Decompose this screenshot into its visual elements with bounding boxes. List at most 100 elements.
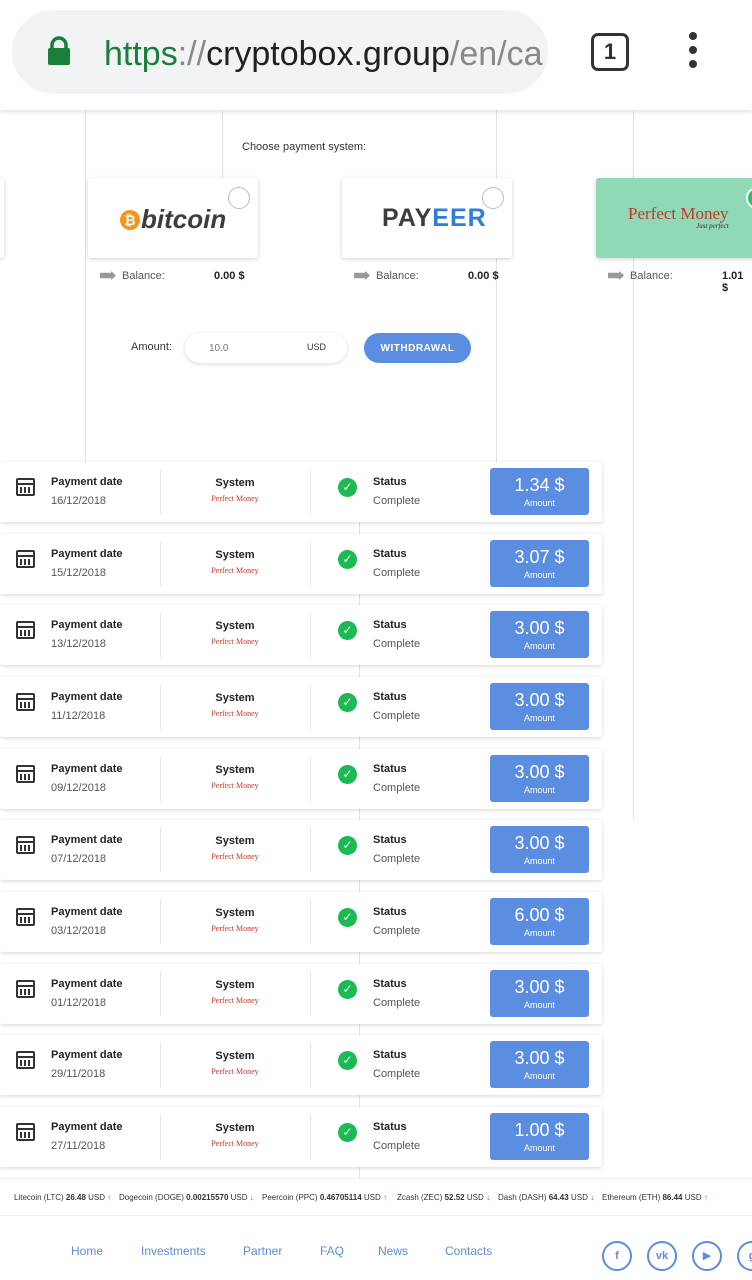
balance-bitcoin-label: Balance: <box>100 270 165 282</box>
payment-card-perfect-money[interactable]: Perfect MoneyJust perfect ✓ <box>596 178 752 258</box>
amount-badge: 3.07 $ Amount <box>490 540 589 587</box>
amount-badge: 1.00 $ Amount <box>490 1113 589 1160</box>
overflow-menu-icon[interactable] <box>686 32 700 72</box>
system-label: System <box>215 477 255 489</box>
payment-date-label: Payment date <box>51 1121 123 1133</box>
payment-row: Payment date 27/11/2018 System Perfect M… <box>0 1107 602 1167</box>
amount-input[interactable] <box>209 339 299 357</box>
amount-field[interactable]: USD <box>185 333 347 363</box>
wallet-icon <box>608 271 624 280</box>
check-circle-icon: ✓ <box>338 478 357 497</box>
perfect-money-logo: Perfect Money <box>211 852 259 861</box>
status-value: Complete <box>373 638 421 650</box>
payment-date-value: 01/12/2018 <box>51 997 107 1009</box>
payeer-radio[interactable] <box>482 187 504 209</box>
youtube-icon[interactable]: ▶ <box>692 1241 722 1271</box>
choose-payment-label: Choose payment system: <box>242 141 367 153</box>
payment-date-value: 03/12/2018 <box>51 925 107 937</box>
payment-row: Payment date 16/12/2018 System Perfect M… <box>0 462 602 522</box>
footer-link-partner[interactable]: Partner <box>243 1244 282 1258</box>
perfect-money-logo: Perfect Money <box>211 996 259 1005</box>
status-value: Complete <box>373 1140 421 1152</box>
amount-label: Amount: <box>131 341 172 353</box>
arrow-down-icon: ↓ <box>590 1193 595 1202</box>
layout-divider <box>222 110 223 178</box>
payment-row: Payment date 13/12/2018 System Perfect M… <box>0 605 602 665</box>
status-label: Status <box>373 906 407 918</box>
status-value: Complete <box>373 1068 421 1080</box>
calendar-icon <box>16 980 35 998</box>
perfect-money-radio-checked[interactable]: ✓ <box>746 187 752 209</box>
perfect-money-logo: Perfect Money <box>211 1067 259 1076</box>
status-label: Status <box>373 548 407 560</box>
payment-date-label: Payment date <box>51 834 123 846</box>
system-label: System <box>215 979 255 991</box>
perfect-money-logo: Perfect Money <box>211 924 259 933</box>
system-label: System <box>215 549 255 561</box>
calendar-icon <box>16 550 35 568</box>
status-label: Status <box>373 834 407 846</box>
perfect-money-logo: Perfect Money <box>211 781 259 790</box>
calendar-icon <box>16 908 35 926</box>
google-plus-icon[interactable]: g <box>737 1241 752 1271</box>
balance-perfect-money-label: Balance: <box>608 270 673 282</box>
payment-date-value: 09/12/2018 <box>51 782 107 794</box>
footer-link-news[interactable]: News <box>378 1244 408 1258</box>
vk-icon[interactable]: vk <box>647 1241 677 1271</box>
ticker-item-dash: Dash (DASH) 64.43 USD ↓ <box>498 1193 595 1202</box>
status-value: Complete <box>373 782 421 794</box>
calendar-icon <box>16 693 35 711</box>
payment-date-label: Payment date <box>51 548 123 560</box>
amount-badge: 6.00 $ Amount <box>490 898 589 945</box>
payment-date-value: 27/11/2018 <box>51 1140 106 1152</box>
check-circle-icon: ✓ <box>338 1123 357 1142</box>
check-circle-icon: ✓ <box>338 836 357 855</box>
bitcoin-coin-icon: ₿ <box>120 210 140 230</box>
check-circle-icon: ✓ <box>338 550 357 569</box>
url-path: /en/ca <box>449 35 543 73</box>
status-label: Status <box>373 1121 407 1133</box>
amount-badge: 3.00 $ Amount <box>490 611 589 658</box>
footer-link-faq[interactable]: FAQ <box>320 1244 344 1258</box>
currency-label: USD <box>307 342 327 352</box>
facebook-icon[interactable]: f <box>602 1241 632 1271</box>
payment-card-payeer[interactable]: PAYEER <box>342 178 512 258</box>
footer-link-contacts[interactable]: Contacts <box>445 1244 492 1258</box>
wallet-icon <box>354 271 370 280</box>
ticker-item-doge: Dogecoin (DOGE) 0.00215570 USD ↓ <box>119 1193 254 1202</box>
address-bar[interactable]: https://cryptobox.group/en/ca <box>12 10 548 94</box>
amount-badge: 3.00 $ Amount <box>490 1041 589 1088</box>
arrow-up-icon: ↑ <box>107 1193 112 1202</box>
status-value: Complete <box>373 710 421 722</box>
perfect-money-logo: Perfect Money <box>211 494 259 503</box>
calendar-icon <box>16 836 35 854</box>
status-value: Complete <box>373 853 421 865</box>
payment-date-value: 07/12/2018 <box>51 853 107 865</box>
perfect-money-logo: Perfect Money Just perfect <box>628 204 729 230</box>
ticker-item-eth: Ethereum (ETH) 86.44 USD ↑ <box>602 1193 708 1202</box>
payment-date-label: Payment date <box>51 691 123 703</box>
system-label: System <box>215 620 255 632</box>
bitcoin-radio[interactable] <box>228 187 250 209</box>
perfect-money-logo: Perfect Money <box>211 566 259 575</box>
payment-date-value: 29/11/2018 <box>51 1068 106 1080</box>
system-label: System <box>215 835 255 847</box>
amount-badge: 3.00 $ Amount <box>490 755 589 802</box>
footer-link-home[interactable]: Home <box>71 1244 103 1258</box>
footer-link-investments[interactable]: Investments <box>141 1244 206 1258</box>
wallet-icon <box>100 271 116 280</box>
perfect-money-logo: Perfect Money <box>211 1139 259 1148</box>
payment-date-value: 16/12/2018 <box>51 495 107 507</box>
payment-row: Payment date 11/12/2018 System Perfect M… <box>0 677 602 737</box>
payment-card-bitcoin[interactable]: ₿ bitcoin <box>88 178 258 258</box>
perfect-money-logo: Perfect Money <box>211 637 259 646</box>
payment-row: Payment date 15/12/2018 System Perfect M… <box>0 534 602 594</box>
payment-card-partial[interactable] <box>0 178 4 258</box>
status-label: Status <box>373 691 407 703</box>
balance-bitcoin-value: 0.00 $ <box>214 270 245 282</box>
url-separator: :// <box>177 35 207 73</box>
amount-badge: 3.00 $ Amount <box>490 826 589 873</box>
ticker-item-ppc: Peercoin (PPC) 0.46705114 USD ↑ <box>262 1193 387 1202</box>
tab-switcher-button[interactable]: 1 <box>591 33 629 71</box>
withdrawal-button[interactable]: WITHDRAWAL <box>364 333 471 363</box>
